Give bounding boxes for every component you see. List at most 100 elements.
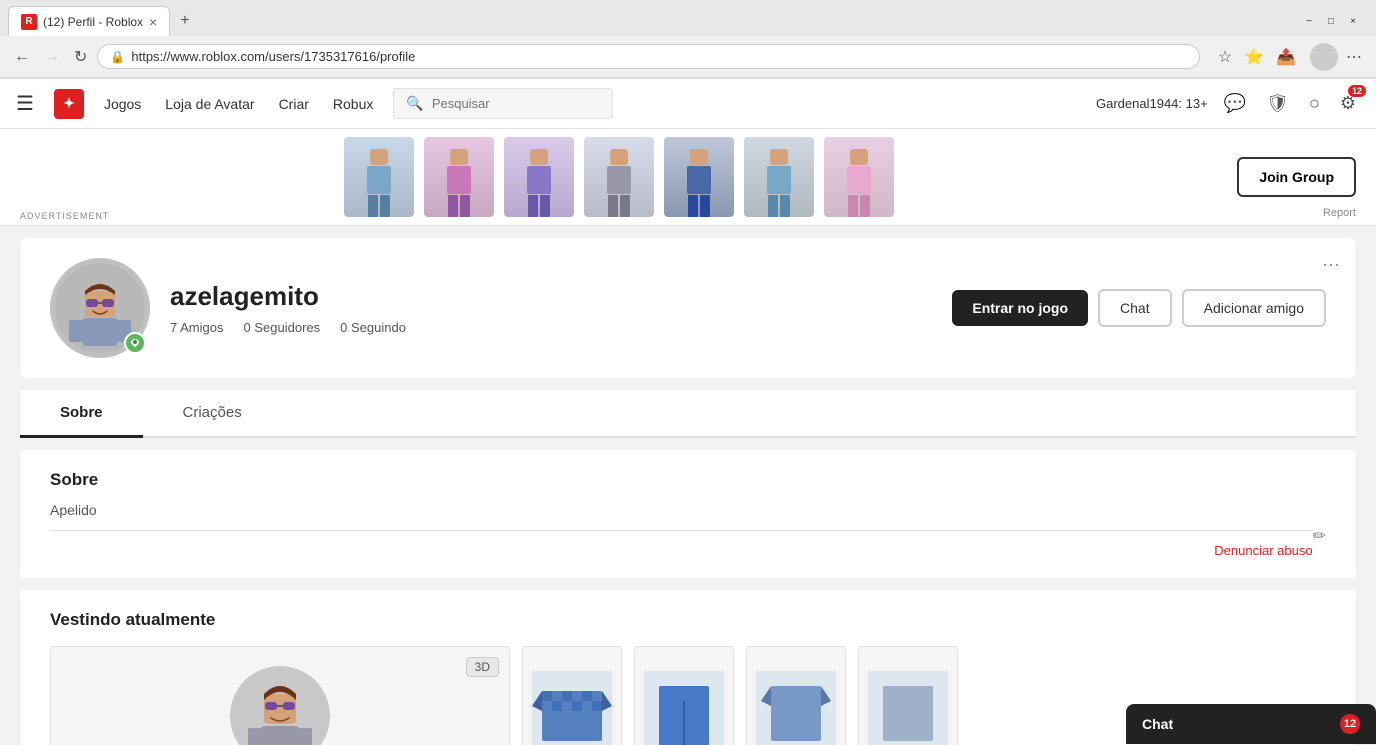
url-bar[interactable]: 🔒 https://www.roblox.com/users/173531761… bbox=[97, 44, 1199, 69]
user-profile-button[interactable] bbox=[1310, 43, 1338, 71]
add-friend-button[interactable]: Adicionar amigo bbox=[1182, 289, 1326, 327]
settings-menu-button[interactable]: ⋯ bbox=[1342, 43, 1366, 71]
bookmark-star-button[interactable]: ☆ bbox=[1214, 43, 1236, 71]
maximize-button[interactable]: □ bbox=[1324, 14, 1338, 28]
tab-close-button[interactable]: × bbox=[149, 14, 157, 30]
roblox-figure-1 bbox=[367, 149, 391, 217]
ad-banner: Join Group ADVERTISEMENT Report bbox=[0, 129, 1376, 226]
figure-leg-right bbox=[460, 195, 470, 217]
wearing-item-2[interactable] bbox=[634, 646, 734, 745]
nav-jogos-link[interactable]: Jogos bbox=[104, 96, 141, 112]
advertisement-label: ADVERTISEMENT bbox=[20, 211, 109, 221]
refresh-button[interactable]: ↻ bbox=[70, 43, 91, 71]
browser-chrome: R (12) Perfil - Roblox × + − □ × ← → ↻ 🔒… bbox=[0, 0, 1376, 79]
roblox-figure-7 bbox=[847, 149, 871, 217]
figure-leg-right bbox=[620, 195, 630, 217]
ad-report-link[interactable]: Report bbox=[1323, 207, 1356, 219]
edit-icon[interactable]: ✏ bbox=[1313, 526, 1326, 546]
about-section-title: Sobre bbox=[50, 470, 1326, 490]
wearing-item-3[interactable] bbox=[746, 646, 846, 745]
hamburger-menu-button[interactable]: ☰ bbox=[16, 91, 34, 116]
logo-text: ✦ bbox=[63, 95, 75, 112]
friends-count: 7 bbox=[170, 320, 177, 335]
minimize-button[interactable]: − bbox=[1302, 14, 1316, 28]
3d-badge: 3D bbox=[466, 657, 499, 677]
figure-head bbox=[690, 149, 708, 165]
profile-header: azelagemito 7 Amigos 0 Seguidores 0 Segu… bbox=[50, 258, 1326, 358]
tab-sobre[interactable]: Sobre bbox=[20, 390, 143, 438]
figure-legs bbox=[688, 195, 710, 217]
roblox-figure-5 bbox=[687, 149, 711, 217]
ad-figures bbox=[20, 137, 1217, 217]
chat-widget-label: Chat bbox=[1142, 716, 1173, 732]
report-abuse-link[interactable]: Denunciar abuso bbox=[50, 543, 1326, 558]
figure-legs bbox=[768, 195, 790, 217]
wearing-section-title: Vestindo atualmente bbox=[50, 610, 1326, 630]
nav-robux-link[interactable]: Robux bbox=[333, 96, 373, 112]
lock-icon: 🔒 bbox=[110, 50, 125, 64]
figure-leg-left bbox=[528, 195, 538, 217]
join-game-button[interactable]: Entrar no jogo bbox=[952, 290, 1088, 326]
notifications-count: 12 bbox=[1348, 85, 1366, 97]
clothing-item-4-svg bbox=[868, 671, 948, 745]
nickname-field-label: Apelido bbox=[50, 502, 1326, 518]
user-area: ⋯ bbox=[1310, 43, 1366, 71]
figure-leg-right bbox=[540, 195, 550, 217]
figure-head bbox=[530, 149, 548, 165]
chat-widget[interactable]: Chat 12 bbox=[1126, 704, 1376, 744]
tab-favicon: R bbox=[21, 14, 37, 30]
online-badge bbox=[124, 332, 146, 354]
search-bar[interactable]: 🔍 bbox=[393, 88, 613, 119]
figure-leg-right bbox=[700, 195, 710, 217]
wearing-avatar-svg bbox=[230, 656, 330, 745]
figure-body bbox=[767, 166, 791, 194]
window-controls: − □ × bbox=[1302, 14, 1368, 28]
main-content: Join Group ADVERTISEMENT Report bbox=[0, 129, 1376, 745]
figure-head bbox=[610, 149, 628, 165]
ad-figure-4 bbox=[584, 137, 654, 217]
roblox-navbar: ☰ ✦ Jogos Loja de Avatar Criar Robux 🔍 G… bbox=[0, 79, 1376, 129]
browser-tab[interactable]: R (12) Perfil - Roblox × bbox=[8, 6, 170, 36]
search-input[interactable] bbox=[432, 96, 608, 111]
shield-button[interactable]: 🛡 bbox=[1262, 89, 1293, 118]
figure-body bbox=[847, 166, 871, 194]
wearing-item-4[interactable] bbox=[858, 646, 958, 745]
figure-leg-left bbox=[608, 195, 618, 217]
figure-head bbox=[370, 149, 388, 165]
figure-head bbox=[450, 149, 468, 165]
followers-stat: 0 Seguidores bbox=[244, 320, 321, 335]
ad-figure-1 bbox=[344, 137, 414, 217]
following-stat: 0 Seguindo bbox=[340, 320, 406, 335]
figure-legs bbox=[848, 195, 870, 217]
more-options-button[interactable]: ··· bbox=[1322, 254, 1340, 275]
followers-count: 0 bbox=[244, 320, 251, 335]
tab-criacoes[interactable]: Criações bbox=[143, 390, 282, 436]
notifications-badge: ⚙ 12 bbox=[1336, 89, 1360, 118]
join-group-button[interactable]: Join Group bbox=[1237, 157, 1356, 197]
following-count: 0 bbox=[340, 320, 347, 335]
ad-figure-7 bbox=[824, 137, 894, 217]
figure-body bbox=[687, 166, 711, 194]
new-tab-button[interactable]: + bbox=[174, 8, 195, 34]
url-text: https://www.roblox.com/users/1735317616/… bbox=[131, 49, 1186, 64]
forward-button[interactable]: → bbox=[40, 44, 64, 70]
wearing-item-1[interactable] bbox=[522, 646, 622, 745]
nav-loja-link[interactable]: Loja de Avatar bbox=[165, 96, 254, 112]
figure-leg-right bbox=[780, 195, 790, 217]
figure-leg-right bbox=[380, 195, 390, 217]
back-button[interactable]: ← bbox=[10, 44, 34, 70]
robux-button[interactable]: ○ bbox=[1305, 89, 1324, 118]
field-divider bbox=[50, 530, 1313, 531]
chat-button[interactable]: Chat bbox=[1098, 289, 1172, 327]
clothing-item-3-svg bbox=[756, 671, 836, 745]
about-section: Sobre Apelido ✏ Denunciar abuso bbox=[20, 450, 1356, 578]
close-button[interactable]: × bbox=[1346, 14, 1360, 28]
roblox-figure-4 bbox=[607, 149, 631, 217]
nav-criar-link[interactable]: Criar bbox=[279, 96, 309, 112]
chat-messages-button[interactable]: 💬 bbox=[1220, 89, 1250, 118]
collections-button[interactable]: ⭐ bbox=[1240, 43, 1268, 71]
share-button[interactable]: 📤 bbox=[1272, 43, 1300, 71]
figure-leg-left bbox=[688, 195, 698, 217]
roblox-logo[interactable]: ✦ bbox=[54, 89, 84, 119]
friends-stat: 7 Amigos bbox=[170, 320, 224, 335]
